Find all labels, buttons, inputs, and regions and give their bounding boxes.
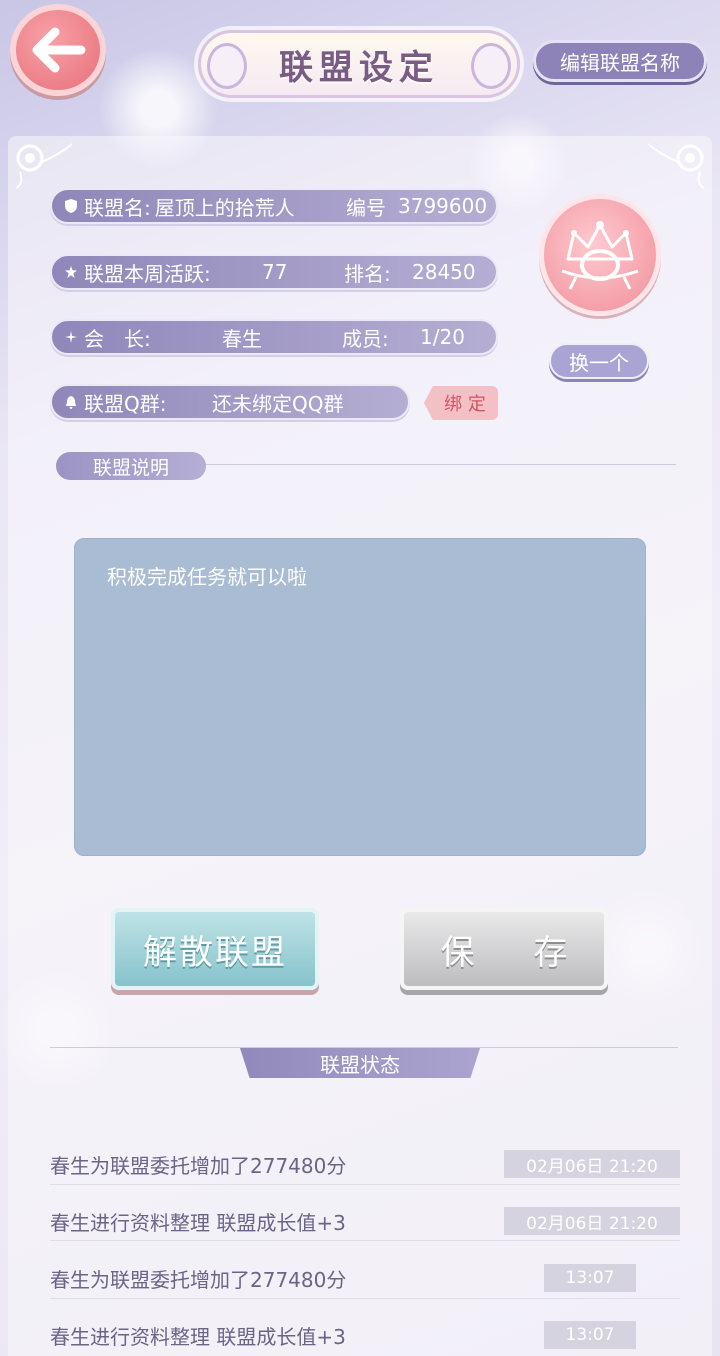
log-divider xyxy=(50,1184,680,1185)
activity-value: 77 xyxy=(262,260,288,284)
save-button[interactable]: 保 存 xyxy=(400,908,608,990)
section-divider xyxy=(206,464,676,465)
bind-qq-button[interactable]: 绑 定 xyxy=(424,386,498,420)
qq-label: 联盟Q群: xyxy=(84,391,167,416)
status-section-label: 联盟状态 xyxy=(240,1048,480,1078)
description-text: 积极完成任务就可以啦 xyxy=(107,565,307,589)
back-arrow-icon xyxy=(32,27,86,73)
activity-label: 联盟本周活跃: xyxy=(84,261,211,286)
members-value: 1/20 xyxy=(420,325,465,349)
alliance-id-label: 编号 xyxy=(346,195,386,220)
alliance-description-textarea[interactable]: 积极完成任务就可以啦 xyxy=(74,538,646,856)
alliance-name-label: 联盟名: xyxy=(84,195,151,220)
back-button[interactable] xyxy=(10,4,106,96)
members-label: 成员: xyxy=(342,326,389,351)
log-time: 13:07 xyxy=(544,1264,636,1292)
title-plate: 联盟设定 xyxy=(198,30,520,98)
log-text: 春生进行资料整理 联盟成长值+3 xyxy=(50,1210,346,1235)
corner-flower-icon xyxy=(15,143,73,189)
alliance-leader-row: 会 长: 春生 成员: 1/20 xyxy=(50,319,498,355)
bell-icon xyxy=(64,395,78,409)
log-time: 13:07 xyxy=(544,1321,636,1349)
alliance-id-value: 3799600 xyxy=(398,194,488,218)
leader-label: 会 长: xyxy=(84,326,151,351)
status-log-item: 春生进行资料整理 联盟成长值+3 13:07 xyxy=(50,1315,680,1355)
alliance-activity-row: 联盟本周活跃: 77 排名: 28450 xyxy=(50,254,498,290)
log-time: 02月06日 21:20 xyxy=(504,1207,680,1235)
rank-value: 28450 xyxy=(412,260,476,284)
edit-alliance-name-button[interactable]: 编辑联盟名称 xyxy=(533,40,707,82)
sparkle-icon xyxy=(64,330,78,344)
flower-ornament-icon xyxy=(207,43,247,89)
log-text: 春生进行资料整理 联盟成长值+3 xyxy=(50,1324,346,1349)
log-text: 春生为联盟委托增加了277480分 xyxy=(50,1267,347,1292)
status-log-item: 春生进行资料整理 联盟成长值+3 02月06日 21:20 xyxy=(50,1201,680,1241)
corner-flower-icon xyxy=(647,143,705,189)
disband-alliance-button[interactable]: 解散联盟 xyxy=(111,908,319,990)
status-log-item: 春生为联盟委托增加了277480分 02月06日 21:20 xyxy=(50,1144,680,1184)
description-section-label: 联盟说明 xyxy=(56,452,206,480)
log-divider xyxy=(50,1298,680,1299)
change-emblem-button[interactable]: 换一个 xyxy=(549,343,649,379)
status-divider xyxy=(50,1047,678,1048)
alliance-qq-row: 联盟Q群: 还未绑定QQ群 xyxy=(50,384,410,420)
status-log-item: 春生为联盟委托增加了277480分 13:07 xyxy=(50,1258,680,1298)
rank-label: 排名: xyxy=(344,261,391,286)
qq-value: 还未绑定QQ群 xyxy=(212,391,344,416)
shield-icon xyxy=(64,199,78,213)
alliance-name-row: 联盟名: 屋顶上的拾荒人 编号 3799600 xyxy=(50,188,498,224)
flower-ornament-icon xyxy=(471,43,511,89)
alliance-emblem[interactable] xyxy=(539,194,661,316)
page-title: 联盟设定 xyxy=(279,47,439,88)
emblem-crown-icon xyxy=(561,221,639,290)
log-divider xyxy=(50,1240,680,1241)
star-icon xyxy=(64,265,78,279)
log-text: 春生为联盟委托增加了277480分 xyxy=(50,1153,347,1178)
alliance-name-value: 屋顶上的拾荒人 xyxy=(154,195,295,220)
log-time: 02月06日 21:20 xyxy=(504,1150,680,1178)
leader-value: 春生 xyxy=(222,326,262,351)
